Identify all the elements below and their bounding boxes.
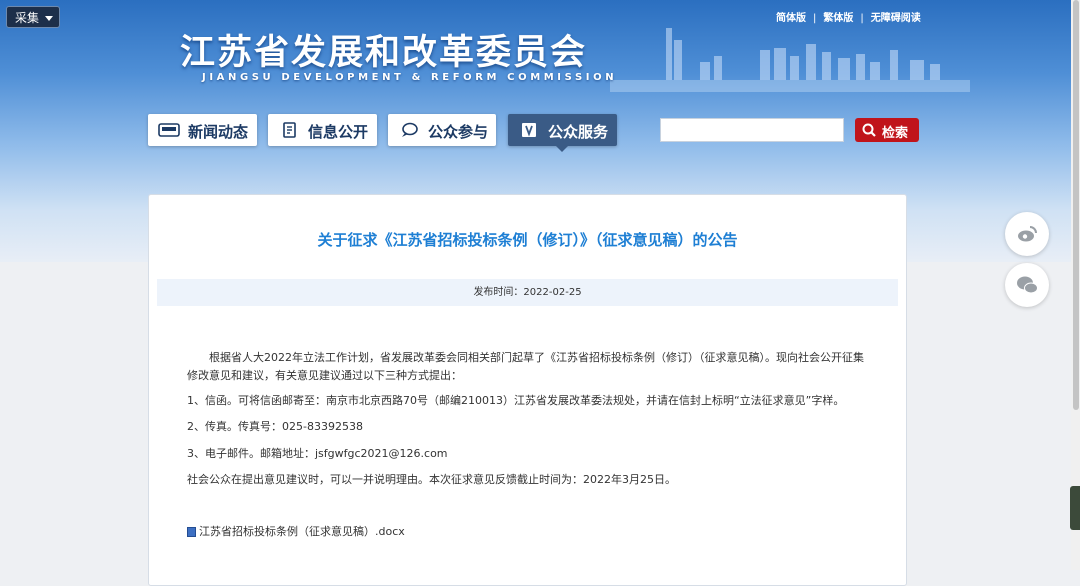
search-button[interactable]: 检索	[855, 118, 919, 142]
chat-icon	[402, 122, 418, 137]
site-title: 江苏省发展和改革委员会	[180, 33, 588, 73]
collect-dropdown[interactable]: 采集	[6, 6, 60, 28]
publish-time: 发布时间：2022-02-25	[157, 279, 898, 306]
paragraph: 3、电子邮件。邮箱地址：jsfgwfgc2021@126.com	[187, 447, 448, 460]
search-icon	[862, 123, 876, 137]
paragraph: 根据省人大2022年立法工作计划，省发展改革委会同相关部门起草了《江苏省招标投标…	[209, 351, 864, 364]
link-simplified[interactable]: 简体版	[776, 9, 806, 24]
nav-news[interactable]: 新闻动态	[148, 114, 257, 146]
article-panel: 关于征求《江苏省招标投标条例（修订）》（征求意见稿）的公告 发布时间：2022-…	[148, 194, 907, 586]
nav-public-participation[interactable]: 公众参与	[388, 114, 496, 146]
nav-info-public[interactable]: 信息公开	[268, 114, 377, 146]
attachment-label: 江苏省招标投标条例（征求意见稿）.docx	[199, 525, 405, 538]
caret-down-icon	[45, 16, 53, 21]
service-book-icon	[522, 123, 536, 137]
news-icon	[158, 123, 180, 137]
weibo-icon	[1018, 226, 1037, 242]
site-subtitle: JIANGSU DEVELOPMENT & REFORM COMMISSION	[202, 72, 618, 83]
search-button-label: 检索	[882, 126, 909, 141]
paragraph: 1、信函。可将信函邮寄至：南京市北京西路70号（邮编210013）江苏省发展改革…	[187, 394, 845, 407]
nav-news-label: 新闻动态	[188, 123, 249, 141]
paragraph: 社会公众在提出意见建议时，可以一并说明理由。本次征求意见反馈截止时间为：2022…	[187, 473, 676, 486]
paragraph: 2、传真。传真号：025-83392538	[187, 420, 363, 433]
search-input[interactable]	[660, 118, 844, 142]
nav-participation-label: 公众参与	[428, 123, 489, 141]
document-icon	[283, 122, 296, 138]
wechat-icon	[1017, 276, 1038, 294]
nav-service-label: 公众服务	[548, 123, 609, 141]
top-links: 简体版 | 繁体版 | 无障碍阅读	[776, 9, 921, 24]
nav-public-service[interactable]: 公众服务	[508, 114, 617, 152]
nav-info-label: 信息公开	[308, 123, 369, 141]
scrollbar-thumb[interactable]	[1073, 0, 1079, 410]
link-separator: |	[813, 13, 817, 24]
word-doc-icon	[187, 527, 196, 537]
attachment-link[interactable]: 江苏省招标投标条例（征求意见稿）.docx	[187, 523, 405, 539]
article-title: 关于征求《江苏省招标投标条例（修订）》（征求意见稿）的公告	[317, 231, 738, 249]
weibo-share-button[interactable]	[1005, 212, 1049, 256]
link-accessibility[interactable]: 无障碍阅读	[871, 9, 921, 24]
link-separator: |	[860, 13, 864, 24]
collect-label: 采集	[15, 11, 40, 25]
link-traditional[interactable]: 繁体版	[823, 9, 853, 24]
wechat-share-button[interactable]	[1005, 263, 1049, 307]
side-widget[interactable]	[1070, 486, 1080, 530]
paragraph: 修改意见和建议，有关意见建议通过以下三种方式提出：	[187, 369, 462, 382]
